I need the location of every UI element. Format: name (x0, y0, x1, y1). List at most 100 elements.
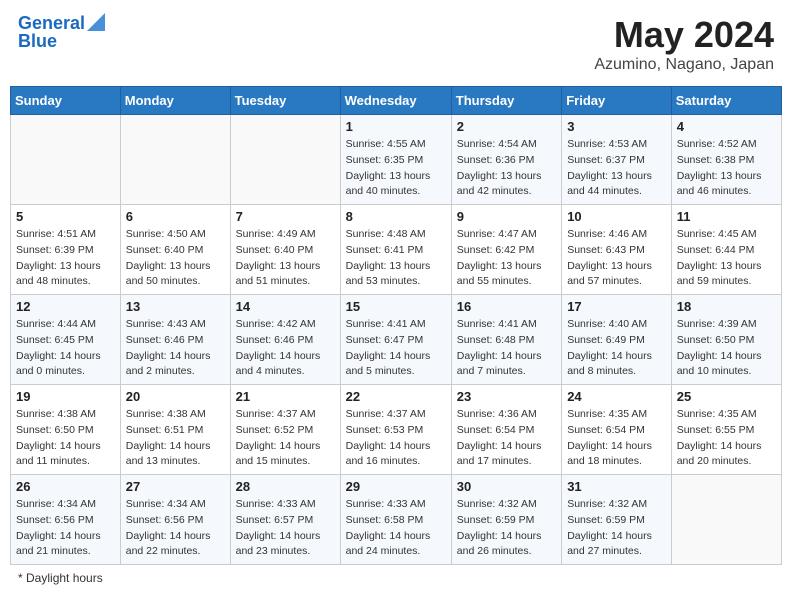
calendar-cell: 31 Sunrise: 4:32 AMSunset: 6:59 PMDayligh… (562, 475, 672, 565)
calendar-week-5: 26 Sunrise: 4:34 AMSunset: 6:56 PMDayligh… (11, 475, 782, 565)
calendar-cell: 28 Sunrise: 4:33 AMSunset: 6:57 PMDayligh… (230, 475, 340, 565)
calendar-cell: 12 Sunrise: 4:44 AMSunset: 6:45 PMDayligh… (11, 295, 121, 385)
day-number: 2 (457, 119, 556, 134)
day-number: 13 (126, 299, 225, 314)
calendar-cell: 17Sunrise: 4:40 AMSunset: 6:49 PMDayligh… (562, 295, 672, 385)
calendar-cell: 14 Sunrise: 4:42 AMSunset: 6:46 PMDayligh… (230, 295, 340, 385)
calendar-cell: 16 Sunrise: 4:41 AMSunset: 6:48 PMDayligh… (451, 295, 561, 385)
day-number: 22 (346, 389, 446, 404)
month-year: May 2024 (594, 14, 774, 56)
day-number: 26 (16, 479, 115, 494)
day-info: Sunrise: 4:42 AMSunset: 6:46 PMDaylight:… (236, 317, 335, 380)
day-number: 14 (236, 299, 335, 314)
day-info: Sunrise: 4:44 AMSunset: 6:45 PMDaylight:… (16, 317, 115, 380)
day-info: Sunrise: 4:39 AMSunset: 6:50 PMDaylight:… (677, 317, 776, 380)
day-number: 11 (677, 209, 776, 224)
day-info: Sunrise: 4:34 AMSunset: 6:56 PMDaylight:… (16, 497, 115, 560)
calendar-cell: 2 Sunrise: 4:54 AMSunset: 6:36 PMDaylight… (451, 115, 561, 205)
day-info: Sunrise: 4:35 AMSunset: 6:54 PMDaylight:… (567, 407, 666, 470)
calendar-cell: 24 Sunrise: 4:35 AMSunset: 6:54 PMDayligh… (562, 385, 672, 475)
day-number: 7 (236, 209, 335, 224)
day-number: 30 (457, 479, 556, 494)
day-number: 9 (457, 209, 556, 224)
day-info: Sunrise: 4:48 AMSunset: 6:41 PMDaylight:… (346, 227, 446, 290)
col-saturday: Saturday (671, 87, 781, 115)
day-info: Sunrise: 4:54 AMSunset: 6:36 PMDaylight:… (457, 137, 556, 200)
calendar-cell: 18 Sunrise: 4:39 AMSunset: 6:50 PMDayligh… (671, 295, 781, 385)
day-info: Sunrise: 4:35 AMSunset: 6:55 PMDaylight:… (677, 407, 776, 470)
day-number: 29 (346, 479, 446, 494)
calendar-cell: 20 Sunrise: 4:38 AMSunset: 6:51 PMDayligh… (120, 385, 230, 475)
calendar-cell: 10Sunrise: 4:46 AMSunset: 6:43 PMDayligh… (562, 205, 672, 295)
calendar-week-2: 5Sunrise: 4:51 AMSunset: 6:39 PMDaylight… (11, 205, 782, 295)
calendar-cell (230, 115, 340, 205)
day-number: 28 (236, 479, 335, 494)
calendar-week-4: 19 Sunrise: 4:38 AMSunset: 6:50 PMDayligh… (11, 385, 782, 475)
day-number: 25 (677, 389, 776, 404)
day-info: Sunrise: 4:53 AMSunset: 6:37 PMDaylight:… (567, 137, 666, 200)
footer-note: * Daylight hours (10, 571, 782, 585)
day-info: Sunrise: 4:50 AMSunset: 6:40 PMDaylight:… (126, 227, 225, 290)
day-info: Sunrise: 4:45 AMSunset: 6:44 PMDaylight:… (677, 227, 776, 290)
day-info: Sunrise: 4:51 AMSunset: 6:39 PMDaylight:… (16, 227, 115, 290)
day-number: 17 (567, 299, 666, 314)
day-number: 8 (346, 209, 446, 224)
day-number: 16 (457, 299, 556, 314)
col-wednesday: Wednesday (340, 87, 451, 115)
calendar-cell: 26 Sunrise: 4:34 AMSunset: 6:56 PMDayligh… (11, 475, 121, 565)
col-sunday: Sunday (11, 87, 121, 115)
day-number: 18 (677, 299, 776, 314)
calendar-cell: 7 Sunrise: 4:49 AMSunset: 6:40 PMDaylight… (230, 205, 340, 295)
day-number: 24 (567, 389, 666, 404)
calendar-cell: 27 Sunrise: 4:34 AMSunset: 6:56 PMDayligh… (120, 475, 230, 565)
calendar-cell (11, 115, 121, 205)
day-number: 20 (126, 389, 225, 404)
calendar-cell: 8 Sunrise: 4:48 AMSunset: 6:41 PMDaylight… (340, 205, 451, 295)
day-info: Sunrise: 4:34 AMSunset: 6:56 PMDaylight:… (126, 497, 225, 560)
day-info: Sunrise: 4:38 AMSunset: 6:50 PMDaylight:… (16, 407, 115, 470)
logo-icon (87, 13, 105, 31)
day-info: Sunrise: 4:49 AMSunset: 6:40 PMDaylight:… (236, 227, 335, 290)
logo-blue: Blue (18, 32, 57, 52)
col-thursday: Thursday (451, 87, 561, 115)
day-number: 23 (457, 389, 556, 404)
day-number: 21 (236, 389, 335, 404)
day-info: Sunrise: 4:32 AMSunset: 6:59 PMDaylight:… (567, 497, 666, 560)
day-info: Sunrise: 4:41 AMSunset: 6:48 PMDaylight:… (457, 317, 556, 380)
day-info: Sunrise: 4:41 AMSunset: 6:47 PMDaylight:… (346, 317, 446, 380)
day-info: Sunrise: 4:47 AMSunset: 6:42 PMDaylight:… (457, 227, 556, 290)
day-number: 1 (346, 119, 446, 134)
calendar-cell: 15 Sunrise: 4:41 AMSunset: 6:47 PMDayligh… (340, 295, 451, 385)
day-info: Sunrise: 4:52 AMSunset: 6:38 PMDaylight:… (677, 137, 776, 200)
calendar-cell (671, 475, 781, 565)
col-monday: Monday (120, 87, 230, 115)
day-info: Sunrise: 4:36 AMSunset: 6:54 PMDaylight:… (457, 407, 556, 470)
day-number: 4 (677, 119, 776, 134)
calendar-cell: 29Sunrise: 4:33 AMSunset: 6:58 PMDayligh… (340, 475, 451, 565)
calendar-cell: 3 Sunrise: 4:53 AMSunset: 6:37 PMDaylight… (562, 115, 672, 205)
calendar-cell: 1 Sunrise: 4:55 AMSunset: 6:35 PMDaylight… (340, 115, 451, 205)
day-number: 31 (567, 479, 666, 494)
calendar-week-3: 12 Sunrise: 4:44 AMSunset: 6:45 PMDayligh… (11, 295, 782, 385)
calendar-cell: 6Sunrise: 4:50 AMSunset: 6:40 PMDaylight… (120, 205, 230, 295)
calendar-cell: 5Sunrise: 4:51 AMSunset: 6:39 PMDaylight… (11, 205, 121, 295)
day-info: Sunrise: 4:33 AMSunset: 6:57 PMDaylight:… (236, 497, 335, 560)
day-info: Sunrise: 4:43 AMSunset: 6:46 PMDaylight:… (126, 317, 225, 380)
location: Azumino, Nagano, Japan (594, 56, 774, 74)
page-header: General Blue May 2024 Azumino, Nagano, J… (10, 10, 782, 78)
day-info: Sunrise: 4:38 AMSunset: 6:51 PMDaylight:… (126, 407, 225, 470)
day-number: 15 (346, 299, 446, 314)
calendar-cell: 23 Sunrise: 4:36 AMSunset: 6:54 PMDayligh… (451, 385, 561, 475)
calendar-cell: 30Sunrise: 4:32 AMSunset: 6:59 PMDayligh… (451, 475, 561, 565)
col-tuesday: Tuesday (230, 87, 340, 115)
day-info: Sunrise: 4:55 AMSunset: 6:35 PMDaylight:… (346, 137, 446, 200)
day-number: 27 (126, 479, 225, 494)
calendar-header-row: Sunday Monday Tuesday Wednesday Thursday… (11, 87, 782, 115)
calendar-cell: 25 Sunrise: 4:35 AMSunset: 6:55 PMDayligh… (671, 385, 781, 475)
calendar-cell: 21Sunrise: 4:37 AMSunset: 6:52 PMDayligh… (230, 385, 340, 475)
day-number: 12 (16, 299, 115, 314)
col-friday: Friday (562, 87, 672, 115)
logo: General Blue (18, 14, 105, 52)
day-number: 19 (16, 389, 115, 404)
day-number: 3 (567, 119, 666, 134)
